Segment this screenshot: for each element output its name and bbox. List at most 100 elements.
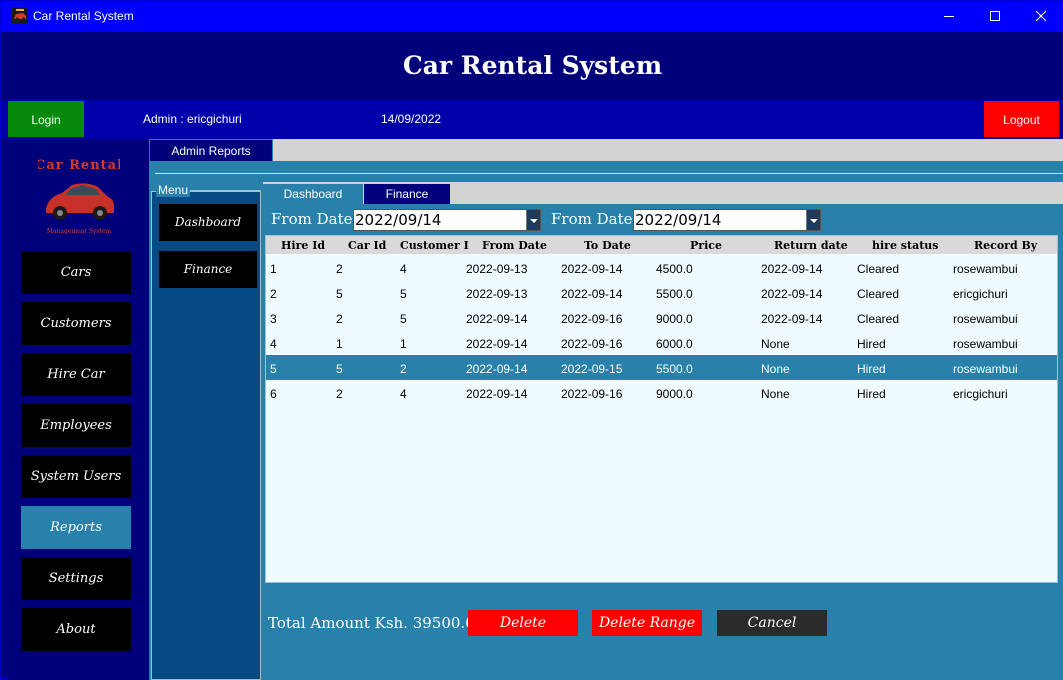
column-header[interactable]: Hire Id xyxy=(281,239,325,252)
logo-subtitle: Management System xyxy=(47,228,112,235)
admin-label: Admin : ericgichuri xyxy=(143,112,242,126)
nav-customers[interactable]: Customers xyxy=(21,302,131,345)
outer-tab-strip: Admin Reports xyxy=(149,139,1063,161)
nav-cars[interactable]: Cars xyxy=(21,251,131,294)
finance-panel: From Date 2022/09/14 From Date 2022/09/1… xyxy=(263,204,1063,680)
table-cell: None xyxy=(761,362,790,376)
table-cell: 4 xyxy=(400,387,407,401)
close-icon xyxy=(1035,10,1047,22)
table-cell: 1 xyxy=(336,337,343,351)
table-cell: 2022-09-14 xyxy=(466,312,528,326)
table-cell: 2022-09-14 xyxy=(761,312,823,326)
column-header[interactable]: From Date xyxy=(482,239,547,252)
minimize-icon xyxy=(944,16,954,17)
app-title: Car Rental System xyxy=(402,51,663,80)
table-cell: 9000.0 xyxy=(656,312,693,326)
table-cell: 1 xyxy=(270,262,277,276)
total-amount: Total Amount Ksh. 39500.0 xyxy=(268,614,475,632)
title-bar[interactable]: Car Rental System xyxy=(1,1,1063,32)
cancel-button[interactable]: Cancel xyxy=(717,610,827,636)
table-cell: rosewambui xyxy=(953,262,1018,276)
divider xyxy=(155,173,1063,174)
table-cell: Hired xyxy=(857,387,886,401)
column-header[interactable]: Return date xyxy=(774,239,848,252)
table-cell: Hired xyxy=(857,362,886,376)
main-area: Admin Reports Dashboard Finance Menu Das… xyxy=(149,139,1063,680)
table-cell: 5 xyxy=(270,362,277,376)
from-date-picker-1[interactable]: 2022/09/14 xyxy=(353,209,541,231)
table-cell: None xyxy=(761,387,790,401)
login-button[interactable]: Login xyxy=(8,101,84,137)
table-cell: 2022-09-14 xyxy=(761,287,823,301)
menu-finance-button[interactable]: Finance xyxy=(159,251,257,288)
table-row[interactable]: 4 1 1 2022-09-14 2022-09-16 6000.0 None Hired ro… xyxy=(266,330,1057,355)
from-date-label-1: From Date xyxy=(271,210,353,228)
car-app-icon xyxy=(12,7,28,23)
menu-border xyxy=(188,190,261,191)
column-header[interactable]: Record By xyxy=(974,239,1037,252)
dropdown-button[interactable] xyxy=(526,210,540,230)
column-header[interactable]: To Date xyxy=(584,239,631,252)
table-cell: 3 xyxy=(270,312,277,326)
table-cell: 6000.0 xyxy=(656,337,693,351)
table-cell: rosewambui xyxy=(953,337,1018,351)
app-header: Car Rental System xyxy=(1,32,1063,100)
nav-settings[interactable]: Settings xyxy=(21,557,131,600)
delete-button[interactable]: Delete xyxy=(468,610,578,636)
table-cell: 2 xyxy=(400,362,407,376)
maximize-icon xyxy=(990,11,1000,21)
tab-finance[interactable]: Finance xyxy=(364,184,450,204)
menu-panel: Dashboard Finance xyxy=(151,191,261,680)
table-row[interactable]: 2 5 5 2022-09-13 2022-09-14 5500.0 2022-09-14 C… xyxy=(266,280,1057,305)
current-date: 14/09/2022 xyxy=(381,112,442,126)
menu-dashboard-button[interactable]: Dashboard xyxy=(159,204,257,241)
table-cell: 5 xyxy=(336,287,343,301)
tab-dashboard[interactable]: Dashboard xyxy=(263,184,363,204)
table-cell: 5 xyxy=(400,287,407,301)
table-header: Hire Id Car Id Customer I From Date To D… xyxy=(266,236,1057,254)
table-cell: 5 xyxy=(400,312,407,326)
maximize-button[interactable] xyxy=(972,1,1018,32)
table-row[interactable]: 6 2 4 2022-09-14 2022-09-16 9000.0 None Hired er… xyxy=(266,380,1057,405)
dropdown-button[interactable] xyxy=(806,210,820,230)
table-row[interactable]: 1 2 4 2022-09-13 2022-09-14 4500.0 2022-09-14 C… xyxy=(266,255,1057,280)
table-cell: 1 xyxy=(400,337,407,351)
car-rental-logo: Car Rental Management System xyxy=(38,158,120,235)
table-cell: 5500.0 xyxy=(656,287,693,301)
table-cell: 2022-09-16 xyxy=(561,312,623,326)
minimize-button[interactable] xyxy=(926,1,972,32)
from-date-label-2: From Date xyxy=(551,210,633,228)
table-cell: 2022-09-14 xyxy=(466,362,528,376)
logout-button[interactable]: Logout xyxy=(984,101,1059,137)
close-button[interactable] xyxy=(1018,1,1063,32)
top-bar: Login Admin : ericgichuri 14/09/2022 Log… xyxy=(1,100,1063,139)
from-date-value-2: 2022/09/14 xyxy=(635,211,722,229)
tab-admin-reports[interactable]: Admin Reports xyxy=(149,139,273,161)
menu-label: Menu xyxy=(156,183,191,197)
from-date-value-1: 2022/09/14 xyxy=(355,211,442,229)
table-cell: 2022-09-14 xyxy=(761,262,823,276)
nav-about[interactable]: About xyxy=(21,608,131,651)
nav-employees[interactable]: Employees xyxy=(21,404,131,447)
table-cell: ericgichuri xyxy=(953,287,1008,301)
table-cell: 2022-09-14 xyxy=(466,337,528,351)
column-header[interactable]: Price xyxy=(690,239,722,252)
table-row[interactable]: 3 2 5 2022-09-14 2022-09-16 9000.0 2022-09-14 C… xyxy=(266,305,1057,330)
table-cell: 2022-09-13 xyxy=(466,287,528,301)
table-cell: None xyxy=(761,337,790,351)
delete-range-button[interactable]: Delete Range xyxy=(592,610,702,636)
column-header[interactable]: Car Id xyxy=(348,239,386,252)
table-cell: Cleared xyxy=(857,312,900,326)
table-row[interactable]: 5 5 2 2022-09-14 2022-09-15 5500.0 None Hired ro… xyxy=(266,355,1057,380)
table-cell: 2022-09-15 xyxy=(561,362,623,376)
table-cell: 2 xyxy=(336,312,343,326)
nav-hire-car[interactable]: Hire Car xyxy=(21,353,131,396)
hire-records-table[interactable]: Hire Id Car Id Customer I From Date To D… xyxy=(265,235,1058,583)
window-title: Car Rental System xyxy=(33,9,134,23)
table-cell: rosewambui xyxy=(953,362,1018,376)
nav-reports[interactable]: Reports xyxy=(21,506,131,549)
column-header[interactable]: hire status xyxy=(872,239,938,252)
column-header[interactable]: Customer I xyxy=(400,239,469,252)
from-date-picker-2[interactable]: 2022/09/14 xyxy=(633,209,821,231)
nav-system-users[interactable]: System Users xyxy=(21,455,131,498)
